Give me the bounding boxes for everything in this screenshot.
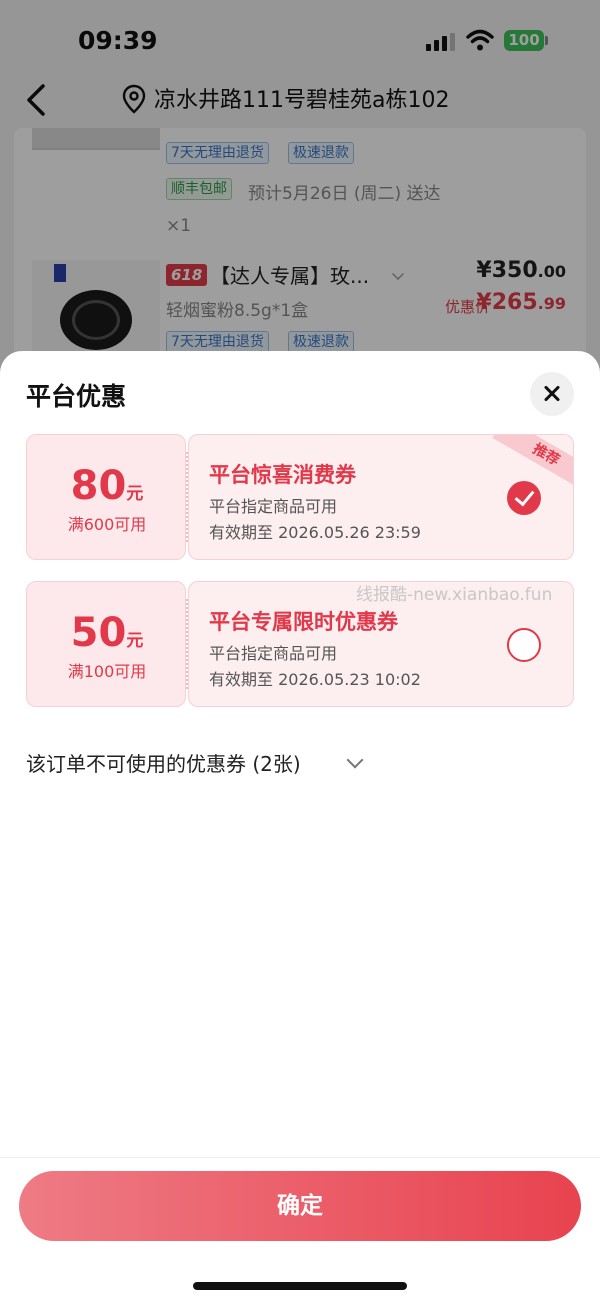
- radio-unchecked-icon[interactable]: [507, 628, 541, 662]
- coupon-condition: 满100可用: [67, 662, 147, 681]
- coupon-amount: 80元: [70, 463, 144, 509]
- coupon-amount: 50元: [70, 610, 144, 656]
- close-icon[interactable]: [530, 372, 574, 416]
- coupon-validity: 有效期至 2026.05.26 23:59: [209, 523, 421, 542]
- unusable-coupons-toggle[interactable]: 该订单不可使用的优惠券 (2张): [26, 748, 301, 777]
- coupon-condition: 满600可用: [67, 515, 147, 534]
- coupon-amount-panel: 50元 满100可用: [26, 581, 186, 707]
- coupon-details-panel: 推荐 平台惊喜消费券 平台指定商品可用 有效期至 2026.05.26 23:5…: [188, 434, 574, 560]
- sheet-title: 平台优惠: [26, 382, 127, 411]
- coupon-amount-panel: 80元 满600可用: [26, 434, 186, 560]
- coupon-validity: 有效期至 2026.05.23 10:02: [209, 670, 421, 689]
- chevron-down-icon[interactable]: [346, 751, 364, 769]
- confirm-button[interactable]: 确定: [19, 1171, 581, 1241]
- watermark: 线报酷-new.xianbao.fun: [356, 585, 553, 605]
- divider: [0, 1157, 600, 1158]
- coupon-name: 平台惊喜消费券: [209, 463, 356, 487]
- home-indicator[interactable]: [193, 1282, 407, 1290]
- coupon-name: 平台专属限时优惠券: [209, 610, 398, 634]
- coupon-bottom-sheet: 平台优惠 80元 满600可用 推荐 平台惊喜消费券 平台指定商品可用 有效期至…: [0, 351, 600, 1300]
- coupon-scope: 平台指定商品可用: [209, 497, 338, 516]
- coupon-card[interactable]: 80元 满600可用 推荐 平台惊喜消费券 平台指定商品可用 有效期至 2026…: [26, 434, 574, 560]
- checkmark-icon[interactable]: [507, 481, 541, 515]
- coupon-scope: 平台指定商品可用: [209, 644, 338, 663]
